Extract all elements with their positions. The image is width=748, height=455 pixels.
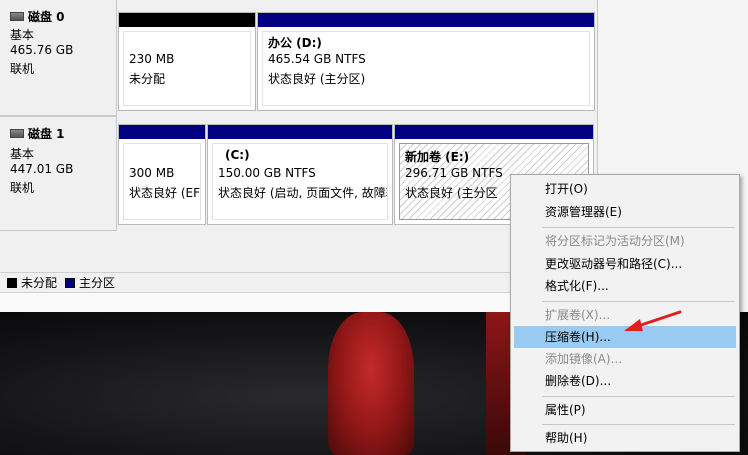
legend: 未分配 主分区 — [0, 272, 597, 292]
partition-bar — [119, 13, 255, 27]
disk-type: 基本 — [10, 28, 35, 42]
menu-separator — [542, 396, 735, 397]
partition-efi[interactable]: 300 MB 状态良好 (EFI — [118, 124, 206, 225]
partition-bar — [395, 125, 593, 139]
legend-label-unallocated: 未分配 — [21, 276, 58, 290]
partition-status: 未分配 — [129, 72, 166, 86]
partition-bar — [119, 125, 205, 139]
disk-size: 465.76 GB — [10, 43, 74, 57]
menu-item-extend-volume[interactable]: 扩展卷(X)... — [514, 304, 736, 326]
disk-row-0: 磁盘 0 基本 465.76 GB 联机 230 MB 未分配 办公 (D:) … — [0, 0, 597, 116]
menu-item-explorer[interactable]: 资源管理器(E) — [514, 201, 736, 223]
disk-icon — [10, 12, 24, 21]
legend-swatch-unallocated — [7, 277, 17, 288]
partition-size: 150.00 GB NTFS — [218, 166, 316, 180]
menu-separator — [542, 424, 735, 425]
menu-item-mark-active[interactable]: 将分区标记为活动分区(M) — [514, 230, 736, 252]
partition-unallocated[interactable]: 230 MB 未分配 — [118, 12, 256, 111]
disk-1-label[interactable]: 磁盘 1 基本 447.01 GB 联机 — [0, 116, 117, 231]
partition-size: 300 MB — [129, 166, 175, 180]
menu-item-format[interactable]: 格式化(F)... — [514, 275, 736, 297]
partition-status: 状态良好 (启动, 页面文件, 故障转 — [218, 186, 388, 200]
disk-type: 基本 — [10, 147, 35, 161]
menu-item-properties[interactable]: 属性(P) — [514, 399, 736, 421]
legend-label-primary: 主分区 — [79, 276, 116, 290]
disk-name: 磁盘 1 — [28, 127, 65, 141]
disk-status: 联机 — [10, 181, 35, 195]
menu-item-change-drive-letter[interactable]: 更改驱动器号和路径(C)... — [514, 253, 736, 275]
menu-item-delete-volume[interactable]: 删除卷(D)... — [514, 370, 736, 392]
disk-status: 联机 — [10, 62, 35, 76]
partition-title: 办公 (D:) — [268, 36, 322, 50]
partition-size: 230 MB — [129, 52, 175, 66]
partition-status: 状态良好 (主分区) — [268, 72, 366, 86]
menu-item-shrink-volume[interactable]: 压缩卷(H)... — [514, 326, 736, 348]
menu-item-open[interactable]: 打开(O) — [514, 178, 736, 200]
disk-icon — [10, 129, 24, 138]
menu-item-add-mirror[interactable]: 添加镜像(A)... — [514, 348, 736, 370]
disk-management-panel: 磁盘 0 基本 465.76 GB 联机 230 MB 未分配 办公 (D:) … — [0, 0, 597, 312]
partition-status: 状态良好 (主分区 — [405, 186, 498, 200]
menu-separator — [542, 301, 735, 302]
menu-item-help[interactable]: 帮助(H) — [514, 427, 736, 449]
disk-name: 磁盘 0 — [28, 10, 65, 24]
partition-c[interactable]: (C:) 150.00 GB NTFS 状态良好 (启动, 页面文件, 故障转 — [207, 124, 393, 225]
partition-size: 465.54 GB NTFS — [268, 52, 366, 66]
partition-bar — [208, 125, 392, 139]
disk-0-label[interactable]: 磁盘 0 基本 465.76 GB 联机 — [0, 0, 117, 116]
disk-size: 447.01 GB — [10, 162, 74, 176]
partition-bar — [258, 13, 594, 27]
status-strip — [0, 292, 597, 312]
legend-swatch-primary — [65, 277, 76, 288]
partition-d[interactable]: 办公 (D:) 465.54 GB NTFS 状态良好 (主分区) — [257, 12, 595, 111]
menu-separator — [542, 227, 735, 228]
context-menu: 打开(O) 资源管理器(E) 将分区标记为活动分区(M) 更改驱动器号和路径(C… — [510, 174, 740, 452]
wallpaper-figure — [328, 312, 414, 455]
partition-title: 新加卷 (E:) — [405, 150, 470, 164]
partition-status: 状态良好 (EFI — [129, 186, 201, 200]
disk-row-1: 磁盘 1 基本 447.01 GB 联机 300 MB 状态良好 (EFI (C… — [0, 116, 597, 231]
partition-title: (C:) — [225, 148, 250, 162]
partition-size: 296.71 GB NTFS — [405, 166, 503, 180]
